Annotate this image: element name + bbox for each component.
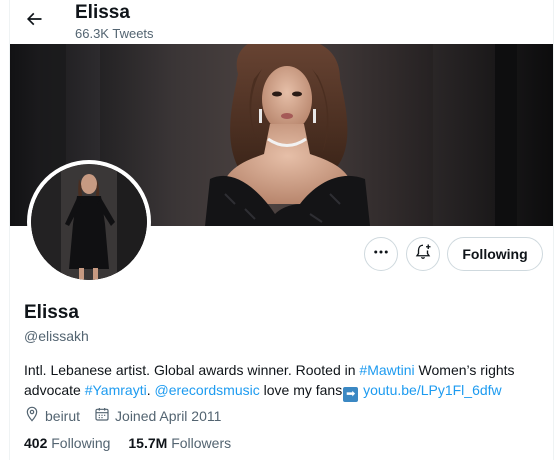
bio-text: Intl. Lebanese artist. Global awards win… <box>24 362 360 378</box>
calendar-icon <box>94 406 115 425</box>
bio-text: love my fans <box>259 382 343 398</box>
hashtag-link[interactable]: #Yamrayti <box>85 382 147 398</box>
join-date-text: Joined April 2011 <box>115 407 222 424</box>
profile-name: Elissa <box>24 302 79 323</box>
following-count: 402 <box>24 435 48 451</box>
mention-link[interactable]: @erecordsmusic <box>154 382 259 398</box>
avatar-photo <box>31 164 147 280</box>
notifications-button[interactable] <box>406 237 440 271</box>
profile-handle: @elissakh <box>24 328 89 344</box>
hashtag-link[interactable]: #Mawtini <box>359 362 414 378</box>
location-pin-icon <box>24 406 45 425</box>
column-border-right <box>553 0 554 460</box>
following-link[interactable]: 402 Following <box>24 435 110 451</box>
join-date: Joined April 2011 <box>94 406 221 425</box>
bell-plus-icon <box>414 243 432 266</box>
following-button[interactable]: Following <box>447 237 543 271</box>
avatar[interactable] <box>27 160 151 284</box>
profile-bio: Intl. Lebanese artist. Global awards win… <box>24 360 544 402</box>
header-title: Elissa <box>75 2 130 23</box>
following-label: Following <box>51 435 111 451</box>
arrow-left-icon <box>24 9 44 34</box>
arrow-right-icon: ➡ <box>343 387 359 402</box>
more-button[interactable] <box>364 237 398 271</box>
tweet-count: 66.3K Tweets <box>75 26 154 41</box>
follow-stats: 402 Following 15.7M Followers <box>24 435 249 451</box>
more-icon <box>372 243 390 266</box>
location: beirut <box>24 406 80 425</box>
back-button[interactable] <box>18 5 50 37</box>
external-link[interactable]: youtu.be/LPy1Fl_6dfw <box>363 382 502 398</box>
followers-count: 15.7M <box>128 435 168 451</box>
followers-link[interactable]: 15.7M Followers <box>128 435 231 451</box>
location-text: beirut <box>45 407 81 424</box>
profile-page: Elissa 66.3K Tweets Following Elissa @el… <box>0 0 560 460</box>
profile-meta: beirut Joined April 2011 <box>24 406 235 425</box>
followers-label: Followers <box>171 435 232 451</box>
